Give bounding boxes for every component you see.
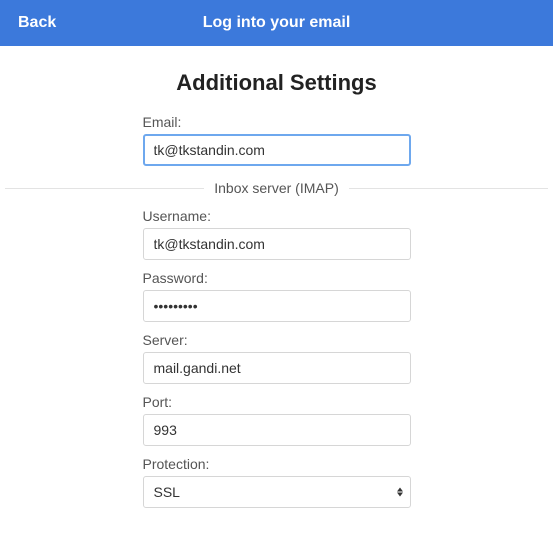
email-label: Email: [143, 114, 411, 130]
server-field[interactable] [143, 352, 411, 384]
username-label: Username: [143, 208, 411, 224]
protection-group: Protection: SSL [143, 456, 411, 508]
port-field[interactable] [143, 414, 411, 446]
port-group: Port: [143, 394, 411, 446]
page-title: Additional Settings [0, 70, 553, 96]
password-label: Password: [143, 270, 411, 286]
header-title: Log into your email [203, 14, 351, 32]
username-field[interactable] [143, 228, 411, 260]
content-area: Additional Settings Email: Inbox server … [0, 70, 553, 538]
app-header: Back Log into your email [0, 0, 553, 46]
email-field[interactable] [143, 134, 411, 166]
server-group: Server: [143, 332, 411, 384]
protection-label: Protection: [143, 456, 411, 472]
inbox-section-title: Inbox server (IMAP) [204, 180, 348, 196]
inbox-section-divider: Inbox server (IMAP) [5, 178, 548, 198]
protection-select[interactable]: SSL [143, 476, 411, 508]
email-group: Email: [143, 114, 411, 166]
server-label: Server: [143, 332, 411, 348]
port-label: Port: [143, 394, 411, 410]
password-field[interactable] [143, 290, 411, 322]
back-button[interactable]: Back [18, 14, 56, 32]
password-group: Password: [143, 270, 411, 322]
username-group: Username: [143, 208, 411, 260]
